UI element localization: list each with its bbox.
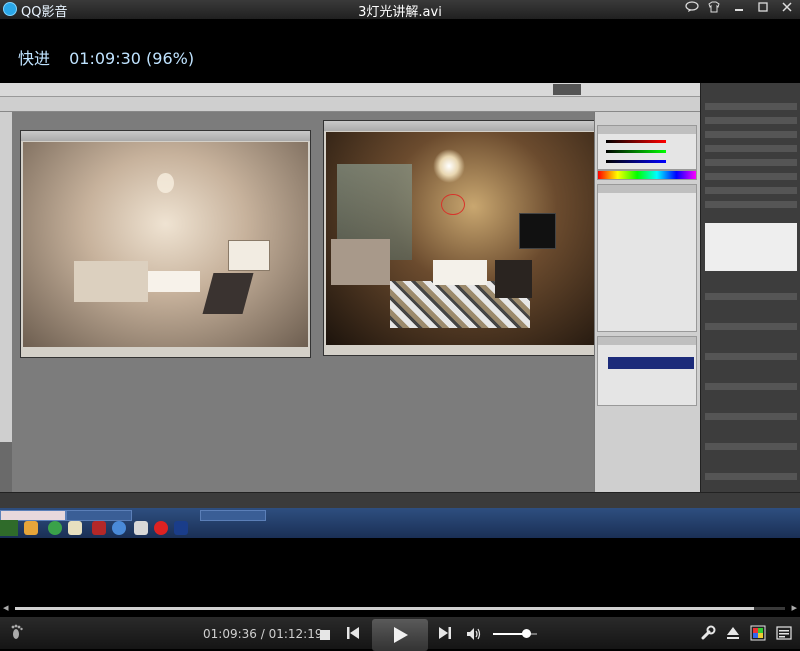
minimize-icon[interactable] (730, 1, 748, 18)
video-3dsmax-list (705, 223, 797, 271)
skin-icon[interactable] (705, 1, 723, 18)
seek-position-label: 01:09:30 (96%) (69, 49, 195, 68)
control-bar: 01:09:36 / 01:12:19 (0, 617, 800, 651)
video-render-image-1 (23, 142, 308, 347)
footprint-icon[interactable] (8, 623, 28, 643)
video-windows-taskbar (0, 508, 800, 538)
playlist-icon[interactable] (776, 625, 792, 641)
seek-forward-hint-icon: ▸ (791, 601, 797, 614)
video-ps-menubar (0, 83, 700, 97)
window-title: 3灯光讲解.avi (358, 5, 442, 20)
seek-osd: 快进 01:09:30 (96%) (18, 45, 208, 69)
stop-button[interactable] (318, 626, 332, 640)
title-bar: QQ影音 3灯光讲解.avi (0, 0, 800, 20)
video-ps-panels (594, 112, 701, 492)
color-adjust-icon[interactable] (750, 625, 766, 641)
video-frame[interactable] (0, 83, 800, 538)
seek-backward-hint-icon: ◂ (3, 601, 9, 614)
video-render-image-2 (326, 132, 594, 345)
seek-mode-label: 快进 (18, 49, 51, 68)
video-ps-workspace-button (553, 84, 581, 95)
video-adjustments-panel (597, 184, 697, 332)
video-document-window-1 (20, 130, 311, 358)
next-button[interactable] (437, 625, 453, 641)
volume-slider[interactable] (493, 629, 537, 638)
play-button[interactable] (372, 619, 428, 651)
video-ps-options-bar (0, 97, 700, 112)
video-color-panel (597, 125, 697, 170)
video-spectrum (597, 170, 697, 180)
maximize-icon[interactable] (754, 1, 772, 18)
progress-bar[interactable] (15, 607, 785, 610)
video-document-window-2 (323, 120, 597, 356)
close-icon[interactable] (778, 1, 796, 18)
progress-fill (15, 607, 755, 610)
video-3dsmax-command-panel (700, 83, 800, 508)
time-display: 01:09:36 / 01:12:19 (203, 627, 323, 641)
volume-knob[interactable] (522, 629, 531, 638)
chat-bubble-icon[interactable] (683, 1, 701, 18)
previous-button[interactable] (345, 625, 361, 641)
volume-icon[interactable] (466, 626, 484, 640)
video-ps-workspace (12, 112, 597, 492)
wrench-icon[interactable] (700, 625, 716, 641)
video-layers-panel (597, 336, 697, 406)
eject-icon[interactable] (725, 625, 741, 641)
video-3dsmax-status-bar (0, 492, 800, 509)
